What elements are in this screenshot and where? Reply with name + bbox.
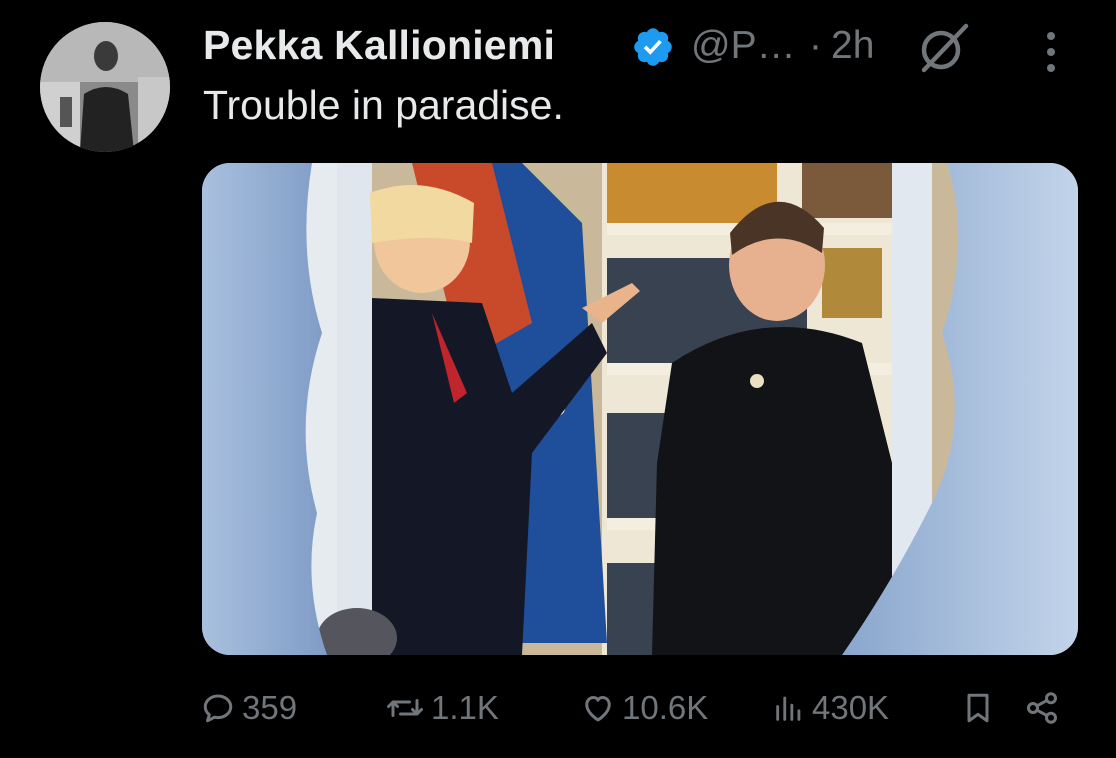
repost-count: 1.1K [431, 689, 499, 726]
views-count: 430K [812, 689, 890, 726]
like-button[interactable]: 10.6K [580, 680, 708, 736]
views-button[interactable]: 430K [772, 680, 889, 736]
reply-button[interactable]: 359 [200, 680, 297, 736]
tweet-media-image[interactable] [202, 163, 1078, 655]
author-avatar[interactable] [40, 22, 170, 152]
grok-icon[interactable] [916, 22, 970, 74]
more-icon[interactable] [1039, 28, 1063, 74]
share-icon [1027, 692, 1057, 724]
like-icon [585, 696, 611, 722]
views-icon [776, 696, 801, 721]
share-button[interactable] [1024, 680, 1060, 736]
tweet-header: Pekka Kallioniemi @P… · 2h [203, 20, 1083, 74]
bookmark-button[interactable] [960, 680, 996, 736]
verified-badge-icon[interactable] [631, 25, 675, 69]
bookmark-icon [967, 693, 989, 723]
timestamp[interactable]: 2h [831, 24, 874, 68]
author-handle[interactable]: @P… [691, 24, 796, 68]
reply-count: 359 [242, 689, 298, 726]
tweet-text: Trouble in paradise. [203, 82, 564, 128]
separator-dot: · [809, 24, 822, 67]
reply-icon [203, 694, 233, 723]
repost-icon [387, 699, 423, 717]
tweet-action-bar: 359 1.1K 10.6K 430K [0, 680, 1116, 736]
author-name[interactable]: Pekka Kallioniemi [203, 22, 555, 69]
repost-button[interactable]: 1.1K [385, 680, 499, 736]
like-count: 10.6K [622, 689, 709, 726]
